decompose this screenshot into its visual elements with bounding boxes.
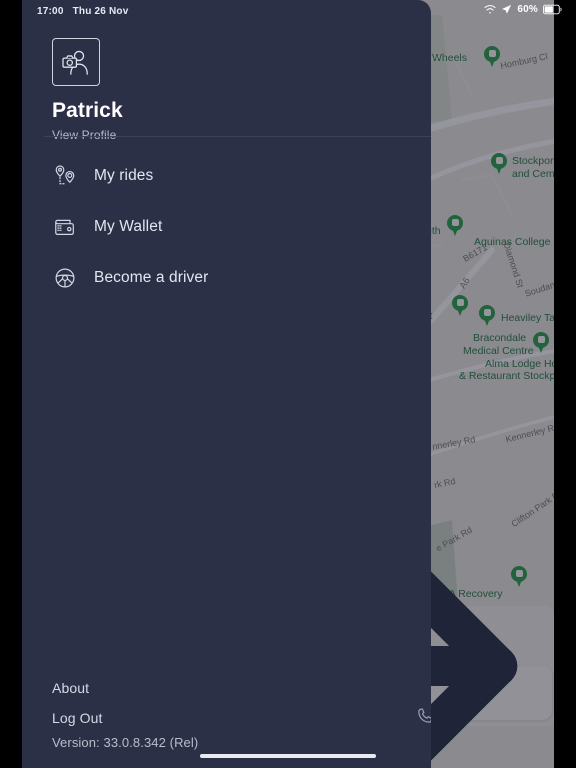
- view-profile-link[interactable]: View Profile: [52, 128, 123, 142]
- route-pins-icon: [52, 163, 78, 189]
- status-bar-date: Thu 26 Nov: [72, 5, 129, 17]
- log-out-link[interactable]: Log Out: [52, 710, 103, 726]
- user-name: Patrick: [52, 99, 123, 122]
- battery-percent-label: 60%: [517, 4, 538, 15]
- profile-header[interactable]: Patrick View Profile: [52, 38, 123, 142]
- menu-item-my-rides[interactable]: My rides: [22, 150, 431, 201]
- home-indicator[interactable]: [200, 753, 376, 758]
- menu-item-my-wallet[interactable]: My Wallet: [22, 201, 431, 252]
- header-divider: [44, 136, 431, 137]
- status-bar-right: 60%: [484, 4, 562, 15]
- status-bar-time: 17:00: [37, 5, 64, 17]
- battery-icon: [543, 4, 562, 15]
- avatar[interactable]: [52, 38, 100, 86]
- status-bar-left: 17:00 Thu 26 Nov: [22, 0, 431, 22]
- app-screen: Wheels Stockport and Cem uth Aquinas Col…: [0, 0, 576, 768]
- drawer-menu: My rides My Wallet Become a driver: [22, 150, 431, 303]
- location-arrow-icon: [502, 4, 512, 14]
- menu-item-label: Become a driver: [94, 268, 209, 286]
- steering-wheel-icon: [52, 265, 78, 291]
- about-link[interactable]: About: [52, 680, 89, 696]
- navigation-drawer: 17:00 Thu 26 Nov Patrick View Profile My…: [22, 0, 431, 768]
- menu-item-become-a-driver[interactable]: Become a driver: [22, 252, 431, 303]
- profile-photo-icon: [62, 50, 88, 75]
- wifi-icon: [484, 5, 496, 14]
- phone-icon[interactable]: [417, 706, 431, 724]
- version-label: Version: 33.0.8.342 (Rel): [52, 735, 199, 750]
- wallet-icon: [52, 214, 78, 240]
- menu-item-label: My Wallet: [94, 217, 163, 235]
- menu-item-label: My rides: [94, 166, 154, 184]
